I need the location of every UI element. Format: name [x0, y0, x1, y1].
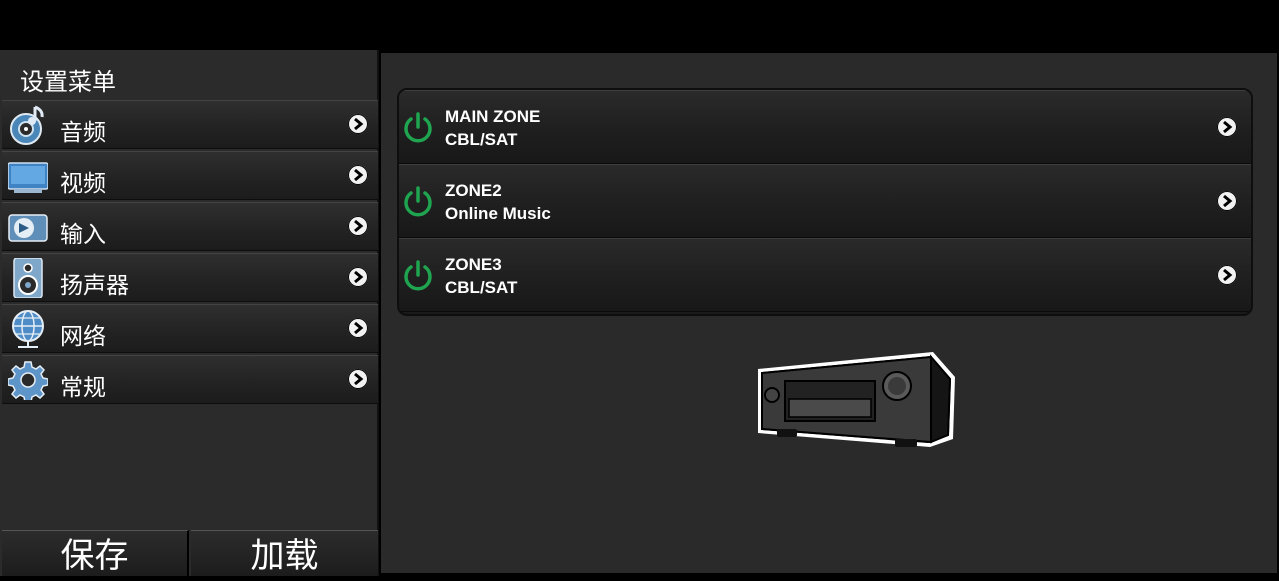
zone-name: ZONE3: [445, 255, 502, 274]
menu-item-label: 常规: [60, 375, 106, 401]
globe-network-icon: [12, 310, 44, 348]
chevron-right-icon[interactable]: [1217, 117, 1237, 137]
menu-item-label: 网络: [60, 324, 106, 350]
menu-item-video[interactable]: 视频: [2, 151, 378, 200]
zone-row-zone2[interactable]: ZONE2 Online Music: [399, 164, 1251, 238]
chevron-right-icon[interactable]: [348, 369, 368, 389]
power-icon[interactable]: [402, 185, 434, 219]
zone-row-main[interactable]: MAIN ZONE CBL/SAT: [399, 90, 1251, 164]
main-panel: MAIN ZONE CBL/SAT ZONE2 Online Music ZON…: [381, 53, 1277, 573]
menu-item-general[interactable]: 常规: [2, 355, 378, 404]
zone-row-zone3[interactable]: ZONE3 CBL/SAT: [399, 238, 1251, 312]
zone-name: ZONE2: [445, 181, 502, 200]
bottom-button-bar: 保存 加载: [2, 530, 378, 576]
chevron-right-icon[interactable]: [1217, 265, 1237, 285]
menu-item-label: 扬声器: [60, 273, 129, 299]
top-bar: [0, 0, 1279, 50]
settings-menu: 音频 视频 输入 扬声器 网络 常规: [2, 100, 378, 406]
zone-source: CBL/SAT: [445, 278, 518, 297]
power-icon[interactable]: [402, 259, 434, 293]
input-arrow-icon: [8, 214, 48, 242]
chevron-right-icon[interactable]: [348, 216, 368, 236]
load-button[interactable]: 加载: [191, 530, 378, 576]
monitor-icon: [8, 162, 48, 193]
power-icon[interactable]: [402, 111, 434, 145]
chevron-right-icon[interactable]: [348, 165, 368, 185]
menu-item-speakers[interactable]: 扬声器: [2, 253, 378, 302]
zone-source: CBL/SAT: [445, 130, 518, 149]
gear-icon: [8, 361, 48, 400]
menu-item-label: 输入: [60, 222, 106, 248]
chevron-right-icon[interactable]: [348, 114, 368, 134]
save-button[interactable]: 保存: [2, 530, 189, 576]
menu-item-network[interactable]: 网络: [2, 304, 378, 353]
zone-name: MAIN ZONE: [445, 107, 541, 126]
loudspeaker-icon: [13, 258, 43, 298]
settings-sidebar: 设置菜单 音频 视频 输入 扬声器 网络 常规 保存 加载: [0, 50, 379, 576]
menu-item-audio[interactable]: 音频: [2, 100, 378, 149]
zone-list: MAIN ZONE CBL/SAT ZONE2 Online Music ZON…: [397, 88, 1253, 316]
menu-item-label: 音频: [60, 120, 106, 146]
chevron-right-icon[interactable]: [1217, 191, 1237, 211]
sidebar-title: 设置菜单: [20, 68, 116, 96]
menu-item-label: 视频: [60, 171, 106, 197]
speaker-cd-icon: [10, 105, 44, 145]
zone-source: Online Music: [445, 204, 551, 223]
chevron-right-icon[interactable]: [348, 267, 368, 287]
av-receiver-icon: [758, 352, 955, 447]
menu-item-input[interactable]: 输入: [2, 202, 378, 251]
chevron-right-icon[interactable]: [348, 318, 368, 338]
